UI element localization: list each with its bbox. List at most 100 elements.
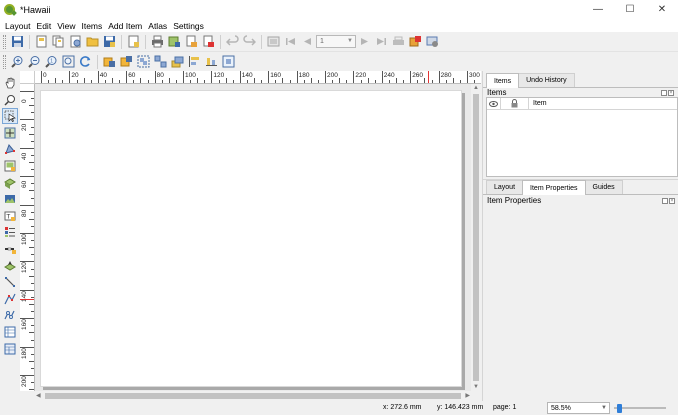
add-3d-map-button[interactable]	[2, 175, 18, 191]
float-panel-icon[interactable]	[661, 90, 667, 96]
layout-page[interactable]	[40, 90, 462, 387]
resize-button[interactable]	[222, 55, 236, 69]
print-button[interactable]	[151, 35, 165, 49]
page-setup-button[interactable]	[127, 35, 141, 49]
zoom-slider[interactable]	[614, 403, 666, 413]
next-feature-button[interactable]	[358, 35, 372, 49]
undo-button[interactable]	[226, 35, 240, 49]
print-atlas-button[interactable]	[392, 35, 406, 49]
export-image-button[interactable]	[168, 35, 182, 49]
redo-button[interactable]	[243, 35, 257, 49]
layout-manager-button[interactable]	[69, 35, 83, 49]
toolbar-grip[interactable]	[3, 34, 6, 49]
visibility-column[interactable]	[487, 97, 501, 110]
add-html-button[interactable]	[2, 341, 18, 357]
last-feature-button[interactable]	[375, 35, 389, 49]
zoom-actual-button[interactable]: 1	[45, 55, 59, 69]
move-content-button[interactable]	[2, 125, 18, 141]
close-panel-icon[interactable]: ×	[668, 90, 674, 96]
new-layout-button[interactable]	[35, 35, 49, 49]
duplicate-layout-button[interactable]	[52, 35, 66, 49]
add-legend-button[interactable]	[2, 224, 18, 240]
lock-column[interactable]	[501, 97, 529, 110]
tab-items[interactable]: Items	[486, 73, 520, 88]
add-label-button[interactable]: T	[2, 208, 18, 224]
scroll-up-icon[interactable]: ▲	[473, 85, 479, 91]
unlock-items-button[interactable]	[120, 55, 134, 69]
atlas-preview-button[interactable]	[267, 35, 281, 49]
close-panel-icon[interactable]: ×	[669, 198, 675, 204]
pan-tool-button[interactable]	[2, 75, 18, 91]
scroll-right-icon[interactable]: ▶	[465, 392, 470, 399]
add-north-arrow-button[interactable]	[2, 258, 18, 274]
export-pdf-button[interactable]	[202, 35, 216, 49]
align-left-button[interactable]	[188, 55, 202, 69]
menu-atlas[interactable]: Atlas	[145, 21, 170, 31]
open-template-button[interactable]	[86, 35, 100, 49]
menu-edit[interactable]: Edit	[34, 21, 55, 31]
zoom-in-button[interactable]	[11, 55, 25, 69]
add-shape-button[interactable]	[2, 274, 18, 290]
minimize-button[interactable]: —	[582, 0, 614, 19]
first-feature-button[interactable]	[284, 35, 298, 49]
add-scalebar-button[interactable]	[2, 241, 18, 257]
scroll-left-icon[interactable]: ◀	[36, 392, 41, 399]
menu-settings[interactable]: Settings	[170, 21, 207, 31]
zoom-tool-button[interactable]	[2, 92, 18, 108]
tab-layout[interactable]: Layout	[486, 180, 524, 194]
toolbar-grip[interactable]	[3, 54, 6, 69]
save-button[interactable]	[11, 35, 25, 49]
ruler-minor-tick	[31, 254, 34, 256]
toolbar-separator	[145, 34, 146, 49]
add-marker-button[interactable]	[2, 291, 18, 307]
tab-item-properties[interactable]: Item Properties	[522, 180, 586, 195]
save-template-button[interactable]	[103, 35, 117, 49]
ungroup-button[interactable]	[154, 55, 168, 69]
zoom-slider-handle[interactable]	[617, 404, 622, 413]
zoom-full-button[interactable]	[62, 55, 76, 69]
chevron-down-icon[interactable]: ▼	[347, 38, 353, 44]
vertical-scroll-thumb[interactable]	[473, 94, 479, 381]
lock-items-button[interactable]	[103, 55, 117, 69]
add-map-button[interactable]	[2, 158, 18, 174]
menu-layout[interactable]: Layout	[2, 21, 34, 31]
export-atlas-button[interactable]	[409, 35, 423, 49]
select-tool-button[interactable]	[2, 108, 18, 125]
zoom-out-button[interactable]	[28, 55, 42, 69]
edit-nodes-button[interactable]	[2, 141, 18, 157]
close-button[interactable]: ✕	[646, 0, 678, 19]
menu-items[interactable]: Items	[78, 21, 105, 31]
ruler-minor-tick	[197, 78, 199, 83]
layout-window: *Hawaii — ☐ ✕ Layout Edit View Items Add…	[0, 0, 678, 415]
float-panel-icon[interactable]	[662, 198, 668, 204]
chevron-down-icon[interactable]: ▼	[601, 405, 607, 411]
maximize-button[interactable]: ☐	[614, 0, 646, 19]
add-picture-button[interactable]	[2, 191, 18, 207]
refresh-button[interactable]	[79, 55, 93, 69]
properties-dock-controls: ×	[662, 198, 675, 204]
layout-canvas[interactable]	[35, 84, 471, 391]
atlas-settings-button[interactable]	[426, 35, 440, 49]
export-svg-button[interactable]	[185, 35, 199, 49]
ruler-minor-tick	[204, 80, 206, 83]
item-column[interactable]: Item	[529, 98, 547, 110]
items-list[interactable]: Item	[486, 97, 678, 177]
raise-button[interactable]	[171, 55, 185, 69]
horizontal-scrollbar[interactable]: ◀ ▶	[35, 391, 471, 401]
atlas-page-field[interactable]: 1 ▼	[316, 35, 356, 48]
group-button[interactable]	[137, 55, 151, 69]
zoom-combobox[interactable]: 58.5% ▼	[547, 402, 610, 414]
add-node-item-button[interactable]	[2, 324, 18, 340]
tab-undo-history[interactable]: Undo History	[518, 73, 575, 87]
tab-guides[interactable]: Guides	[584, 180, 623, 194]
horizontal-scroll-thumb[interactable]	[45, 393, 461, 399]
ruler-minor-tick	[31, 296, 34, 298]
distribute-button[interactable]	[205, 55, 219, 69]
scroll-down-icon[interactable]: ▼	[473, 384, 479, 390]
vertical-scrollbar[interactable]: ▲ ▼	[471, 84, 481, 391]
add-arrow-button[interactable]	[2, 307, 18, 323]
ruler-label: 240	[383, 72, 395, 79]
previous-feature-button[interactable]	[301, 35, 315, 49]
menu-add-item[interactable]: Add Item	[105, 21, 145, 31]
menu-view[interactable]: View	[54, 21, 78, 31]
